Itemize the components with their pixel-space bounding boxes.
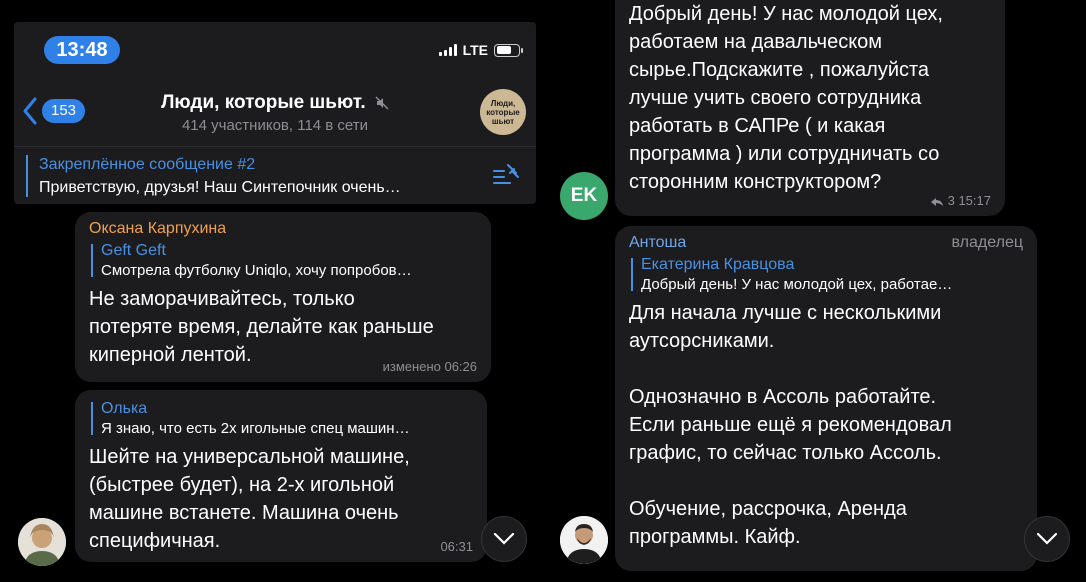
message-text: Добрый день! У нас молодой цех, работаем… [629,3,943,193]
right-screenshot: Добрый день! У нас молодой цех, работаем… [543,0,1086,582]
reply-quote[interactable]: Екатерина Кравцова Добрый день! У нас мо… [629,256,1023,293]
network-label: LTE [462,42,488,58]
left-screenshot: Оксана Карпухина Geft Geft Смотрела футб… [0,0,543,582]
message-sender[interactable]: Оксана Карпухина [89,220,477,238]
scroll-down-button[interactable] [1024,516,1070,562]
message-text: Шейте на универсальной машине, (быстрее … [89,446,410,552]
reply-count: 3 [947,193,955,208]
pinned-title: Закреплённое сообщение #2 [39,156,256,173]
avatar-initials: EK [570,185,598,206]
owner-badge: владелец [951,234,1023,251]
status-time: 13:48 [44,36,120,64]
message-bubble-reply-olka[interactable]: Олька Я знаю, что есть 2х игольные спец … [75,390,487,562]
reply-quote[interactable]: Олька Я знаю, что есть 2х игольные спец … [89,400,473,437]
message-bubble-question[interactable]: Добрый день! У нас молодой цех, работаем… [615,0,1005,216]
chat-header: 13:48 LTE 153 Люди, которые шьют. 414 уч… [14,22,536,204]
message-timestamp: 15:17 [958,193,991,208]
group-avatar-text: Люди, которые шьют [486,98,520,126]
reply-snippet: Смотрела футболку Uniqlo, хочу попробов… [101,262,412,279]
battery-icon [494,43,523,57]
reply-quote[interactable]: Geft Geft Смотрела футболку Uniqlo, хочу… [89,242,477,279]
chevron-down-icon [1036,532,1058,545]
message-bubble-antosha[interactable]: Антоша владелец Екатерина Кравцова Добры… [615,226,1037,571]
user-avatar[interactable] [18,518,66,566]
message-text: Для начала лучше с несколькими аутсорсни… [629,302,952,548]
user-photo-icon [18,518,66,566]
chat-members-count: 414 участников, 114 в сети [181,117,369,134]
user-avatar-initials[interactable]: EK [560,172,608,220]
reply-author: Екатерина Кравцова [641,256,795,273]
pinned-text: Приветствую, друзья! Наш Синтепочник оче… [39,179,401,196]
pinned-message-bar[interactable]: Закреплённое сообщение #2 Приветствую, д… [14,146,536,204]
chat-title-text: Люди, которые шьют. [161,92,366,113]
user-avatar[interactable] [560,516,608,564]
group-avatar[interactable]: Люди, которые шьют [480,89,526,135]
chevron-down-icon [493,532,515,545]
status-indicators: LTE [438,42,523,58]
reply-author: Geft Geft [101,242,166,259]
message-meta: 3 15:17 [930,193,991,208]
reply-arrow-icon [930,197,943,206]
message-timestamp: 06:31 [440,539,473,554]
signal-icon [438,44,457,56]
muted-icon [375,96,389,110]
message-timestamp: изменено 06:26 [382,359,477,374]
reply-snippet: Добрый день! У нас молодой цех, работае… [641,276,953,293]
pin-list-icon[interactable] [492,163,520,187]
chat-title[interactable]: Люди, которые шьют. [14,92,536,114]
message-bubble-oksana[interactable]: Оксана Карпухина Geft Geft Смотрела футб… [75,212,491,382]
user-photo-icon [560,516,608,564]
message-text: Не заморачивайтесь, только потеряте врем… [89,288,434,366]
scroll-down-button[interactable] [481,516,527,562]
pinned-indicator [26,155,28,197]
reply-snippet: Я знаю, что есть 2х игольные спец машин… [101,420,410,437]
reply-author: Олька [101,400,148,417]
